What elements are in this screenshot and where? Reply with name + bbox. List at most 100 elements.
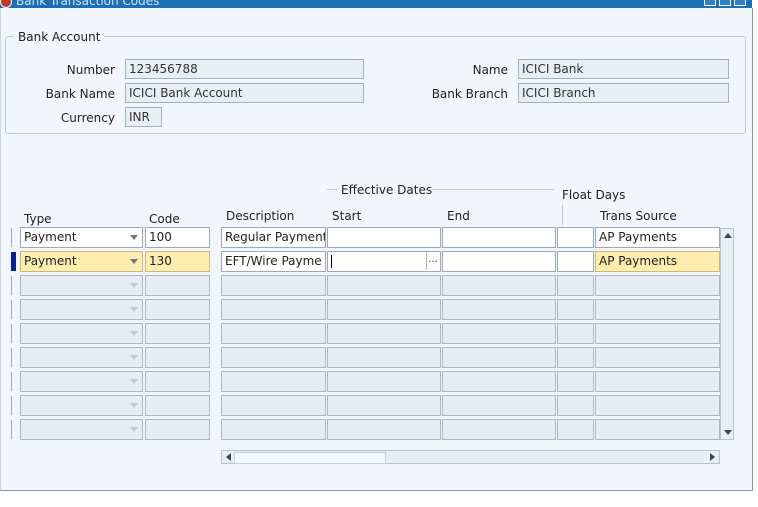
- description-field[interactable]: [221, 299, 326, 320]
- chevron-down-icon[interactable]: [130, 235, 138, 240]
- trans-source-field[interactable]: [595, 347, 720, 368]
- trans-source-field[interactable]: AP Payments: [595, 227, 720, 248]
- chevron-down-icon[interactable]: [130, 379, 138, 384]
- description-field[interactable]: Regular Payment: [221, 227, 326, 248]
- description-field[interactable]: EFT/Wire Payme: [221, 251, 326, 272]
- start-date-field[interactable]: [327, 275, 441, 296]
- start-column-header: Start: [332, 209, 362, 223]
- record-indicator[interactable]: [11, 300, 16, 319]
- float-days-field[interactable]: [557, 275, 594, 296]
- type-dropdown[interactable]: Payment: [20, 251, 143, 272]
- float-days-field[interactable]: [557, 227, 594, 248]
- record-indicator[interactable]: [11, 276, 16, 295]
- type-dropdown[interactable]: [20, 275, 143, 296]
- trans-source-field[interactable]: [595, 299, 720, 320]
- start-date-field[interactable]: [327, 323, 441, 344]
- start-date-field[interactable]: [327, 395, 441, 416]
- code-field[interactable]: [145, 395, 210, 416]
- chevron-down-icon[interactable]: [130, 403, 138, 408]
- code-field[interactable]: [145, 419, 210, 440]
- bank-branch-field[interactable]: ICICI Branch: [518, 83, 729, 103]
- record-indicator[interactable]: [11, 252, 16, 271]
- trans-source-field[interactable]: [595, 371, 720, 392]
- date-picker-ellipsis-icon[interactable]: …: [426, 253, 439, 270]
- chevron-down-icon[interactable]: [130, 259, 138, 264]
- type-dropdown[interactable]: [20, 395, 143, 416]
- chevron-down-icon[interactable]: [130, 427, 138, 432]
- code-field[interactable]: [145, 347, 210, 368]
- description-column-header: Description: [226, 209, 295, 223]
- float-days-field[interactable]: [557, 251, 594, 272]
- record-indicator[interactable]: [11, 372, 16, 391]
- code-field[interactable]: [145, 275, 210, 296]
- start-date-field[interactable]: [327, 371, 441, 392]
- start-date-field[interactable]: [327, 299, 441, 320]
- end-date-field[interactable]: [442, 395, 556, 416]
- trans-source-field[interactable]: AP Payments: [595, 251, 720, 272]
- scroll-right-icon[interactable]: [710, 453, 715, 461]
- scroll-down-icon[interactable]: [724, 430, 732, 435]
- bank-name-field[interactable]: ICICI Bank Account: [125, 83, 364, 103]
- description-field[interactable]: [221, 371, 326, 392]
- record-indicator[interactable]: [11, 420, 16, 439]
- type-dropdown[interactable]: [20, 299, 143, 320]
- end-date-field[interactable]: [442, 347, 556, 368]
- float-days-field[interactable]: [557, 419, 594, 440]
- start-date-field[interactable]: [327, 347, 441, 368]
- description-field[interactable]: [221, 275, 326, 296]
- end-date-field[interactable]: [442, 227, 556, 248]
- maximize-icon[interactable]: [719, 0, 731, 6]
- scroll-left-icon[interactable]: [226, 453, 231, 461]
- code-field[interactable]: 130: [145, 251, 210, 272]
- end-date-field[interactable]: [442, 419, 556, 440]
- record-indicator[interactable]: [11, 228, 16, 247]
- trans-source-field[interactable]: [595, 323, 720, 344]
- minimize-icon[interactable]: [704, 0, 716, 6]
- type-dropdown[interactable]: [20, 371, 143, 392]
- type-dropdown[interactable]: [20, 419, 143, 440]
- record-indicator[interactable]: [11, 348, 16, 367]
- type-dropdown[interactable]: Payment: [20, 227, 143, 248]
- name-field[interactable]: ICICI Bank: [518, 59, 729, 79]
- code-field[interactable]: [145, 299, 210, 320]
- start-date-field[interactable]: [327, 227, 441, 248]
- currency-field[interactable]: INR: [125, 107, 162, 127]
- trans-source-field[interactable]: [595, 275, 720, 296]
- record-indicator[interactable]: [11, 324, 16, 343]
- type-dropdown[interactable]: [20, 347, 143, 368]
- chevron-down-icon[interactable]: [130, 283, 138, 288]
- number-field[interactable]: 123456788: [125, 59, 364, 79]
- float-days-field[interactable]: [557, 347, 594, 368]
- float-days-field[interactable]: [557, 299, 594, 320]
- type-dropdown[interactable]: [20, 323, 143, 344]
- code-field[interactable]: [145, 371, 210, 392]
- trans-source-field[interactable]: [595, 395, 720, 416]
- scroll-up-icon[interactable]: [724, 233, 732, 238]
- description-field[interactable]: [221, 323, 326, 344]
- start-date-field[interactable]: [327, 419, 441, 440]
- chevron-down-icon[interactable]: [130, 307, 138, 312]
- start-date-field[interactable]: …: [327, 251, 441, 272]
- end-date-field[interactable]: [442, 251, 556, 272]
- end-date-field[interactable]: [442, 371, 556, 392]
- trans-source-field[interactable]: [595, 419, 720, 440]
- end-date-field[interactable]: [442, 299, 556, 320]
- end-date-field[interactable]: [442, 323, 556, 344]
- description-field[interactable]: [221, 347, 326, 368]
- code-field[interactable]: 100: [145, 227, 210, 248]
- code-field[interactable]: [145, 323, 210, 344]
- float-days-field[interactable]: [557, 371, 594, 392]
- horizontal-scroll-thumb[interactable]: [234, 452, 386, 464]
- horizontal-scrollbar[interactable]: [221, 450, 720, 464]
- end-date-field[interactable]: [442, 275, 556, 296]
- description-field[interactable]: [221, 419, 326, 440]
- vertical-scrollbar[interactable]: [720, 228, 734, 440]
- float-days-field[interactable]: [557, 323, 594, 344]
- chevron-down-icon[interactable]: [130, 331, 138, 336]
- close-icon[interactable]: [734, 0, 746, 6]
- currency-label: Currency: [60, 111, 115, 125]
- float-days-field[interactable]: [557, 395, 594, 416]
- description-field[interactable]: [221, 395, 326, 416]
- record-indicator[interactable]: [11, 396, 16, 415]
- chevron-down-icon[interactable]: [130, 355, 138, 360]
